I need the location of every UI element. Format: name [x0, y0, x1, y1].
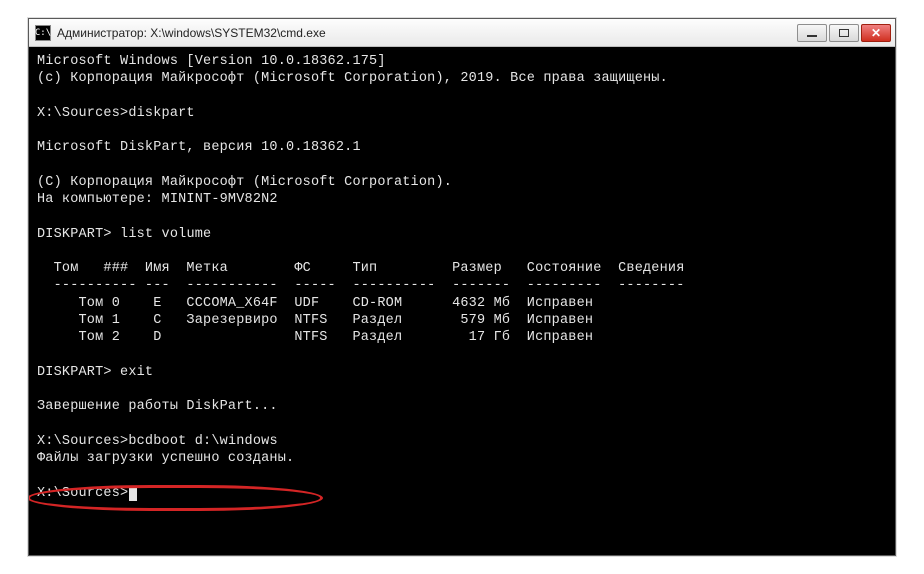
- window-controls: ✕: [797, 24, 891, 42]
- minimize-button[interactable]: [797, 24, 827, 42]
- volume-row-2: Том 2 D NTFS Раздел 17 Гб Исправен: [37, 330, 593, 345]
- diskpart-version: Microsoft DiskPart, версия 10.0.18362.1: [37, 140, 361, 155]
- prompt-2: X:\Sources>: [37, 434, 128, 449]
- cmd-bcdboot: bcdboot d:\windows: [128, 434, 277, 449]
- cmd-window: C:\ Администратор: X:\windows\SYSTEM32\c…: [28, 18, 896, 556]
- prompt-3: X:\Sources>: [37, 486, 128, 501]
- cmd-exit: exit: [120, 365, 153, 380]
- prompt-1: X:\Sources>: [37, 106, 128, 121]
- volume-row-0: Том 0 E CCCOMA_X64F UDF CD-ROM 4632 Мб И…: [37, 296, 593, 311]
- maximize-button[interactable]: [829, 24, 859, 42]
- diskpart-prompt-2: DISKPART>: [37, 365, 112, 380]
- volume-divider: ---------- --- ----------- ----- -------…: [37, 278, 685, 293]
- line-copyright: (c) Корпорация Майкрософт (Microsoft Cor…: [37, 71, 668, 86]
- terminal-output[interactable]: Microsoft Windows [Version 10.0.18362.17…: [29, 47, 895, 555]
- cmd-diskpart: diskpart: [128, 106, 194, 121]
- cmd-icon-text: C:\: [35, 28, 51, 38]
- cursor: [129, 487, 137, 501]
- window-title: Администратор: X:\windows\SYSTEM32\cmd.e…: [57, 26, 797, 40]
- volume-header: Том ### Имя Метка ФС Тип Размер Состояни…: [37, 261, 685, 276]
- bcdboot-result: Файлы загрузки успешно созданы.: [37, 451, 294, 466]
- line-ms-version: Microsoft Windows [Version 10.0.18362.17…: [37, 54, 386, 69]
- titlebar[interactable]: C:\ Администратор: X:\windows\SYSTEM32\c…: [29, 19, 895, 47]
- diskpart-prompt-1: DISKPART>: [37, 227, 112, 242]
- cmd-icon: C:\: [35, 25, 51, 41]
- close-button[interactable]: ✕: [861, 24, 891, 42]
- diskpart-computer: На компьютере: MININT-9MV82N2: [37, 192, 278, 207]
- cmd-list-volume: list volume: [120, 227, 211, 242]
- volume-row-1: Том 1 C Зарезервиро NTFS Раздел 579 Мб И…: [37, 313, 593, 328]
- diskpart-exit-msg: Завершение работы DiskPart...: [37, 399, 278, 414]
- diskpart-copyright: (C) Корпорация Майкрософт (Microsoft Cor…: [37, 175, 452, 190]
